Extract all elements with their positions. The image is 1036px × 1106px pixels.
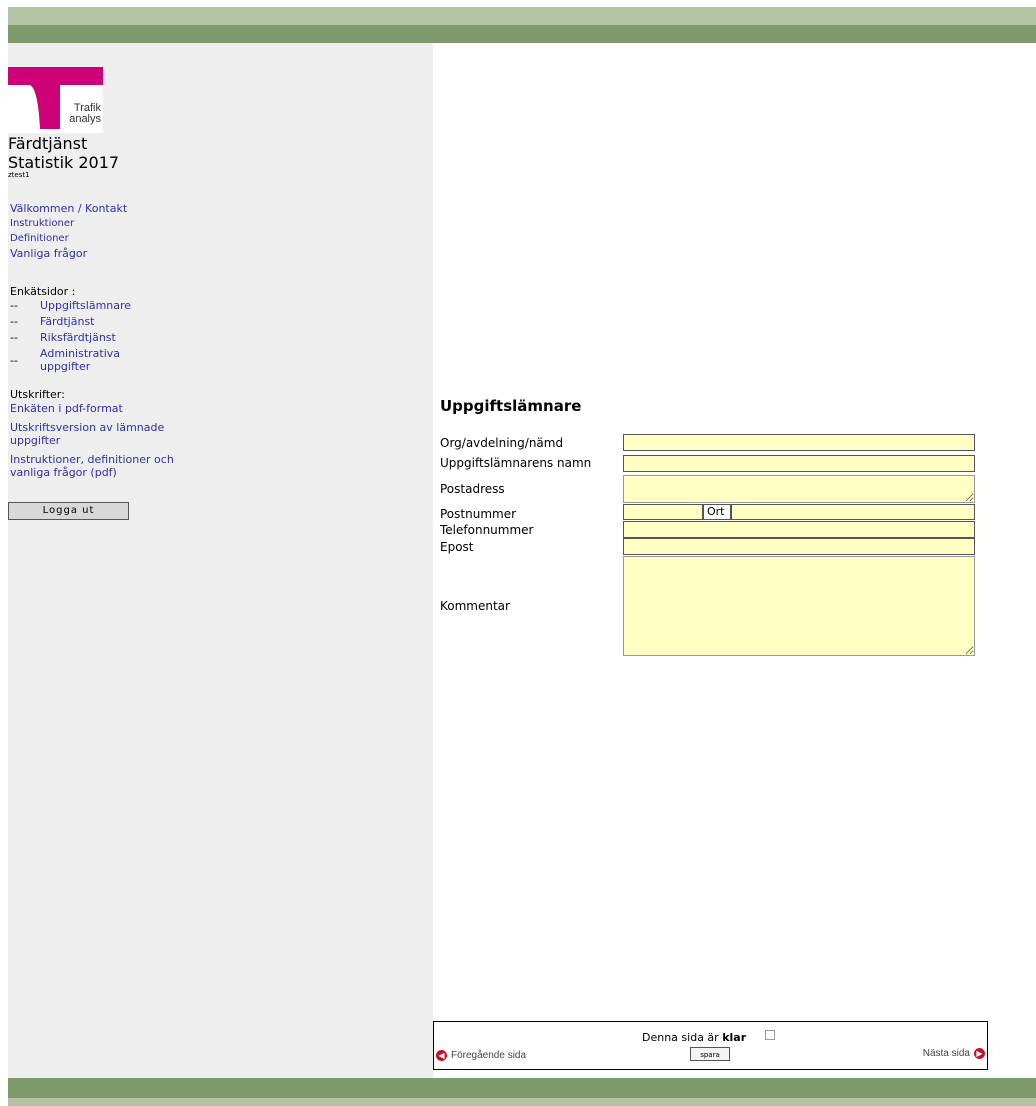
address-label: Postadress xyxy=(440,482,505,496)
bottom-band-dark xyxy=(8,1078,1036,1098)
app-title: Färdtjänst Statistik 2017 xyxy=(8,134,119,172)
save-button[interactable]: spara xyxy=(690,1047,730,1061)
org-label: Org/avdelning/nämd xyxy=(440,436,564,450)
survey-section-label: Enkätsidor : xyxy=(10,285,76,298)
print-link-submitted[interactable]: Utskriftsversion av lämnade uppgifter xyxy=(10,421,180,447)
done-prefix: Denna sida är xyxy=(642,1031,719,1044)
app-title-line1: Färdtjänst xyxy=(8,134,88,153)
previous-page-label: Föregående sida xyxy=(451,1050,527,1061)
survey-link-riksfardtjanst[interactable]: Riksfärdtjänst xyxy=(40,331,160,344)
page-footer-nav: Denna sida är klar ◀ Föregående sida spa… xyxy=(433,1021,988,1070)
page-done-checkbox[interactable] xyxy=(765,1030,775,1040)
print-link-list: Enkäten i pdf-format Utskriftsversion av… xyxy=(10,402,180,485)
print-link-pdf[interactable]: Enkäten i pdf-format xyxy=(10,402,180,415)
nav-link-faq[interactable]: Vanliga frågor xyxy=(10,246,127,261)
arrow-left-icon: ◀ xyxy=(436,1050,447,1061)
city-input[interactable] xyxy=(731,504,975,520)
address-textarea[interactable] xyxy=(623,475,975,503)
survey-link-uppgiftslamnare[interactable]: Uppgiftslämnare xyxy=(40,299,160,312)
next-page-label: Nästa sida xyxy=(922,1048,970,1059)
list-dash: -- xyxy=(10,354,18,367)
comment-label: Kommentar xyxy=(440,599,510,613)
list-dash: -- xyxy=(10,299,18,312)
nav-link-instructions[interactable]: Instruktioner xyxy=(10,216,127,231)
bottom-band-light xyxy=(8,1098,1036,1106)
email-label: Epost xyxy=(440,540,474,554)
postal-input[interactable] xyxy=(623,504,703,520)
print-section-label: Utskrifter: xyxy=(10,388,65,401)
postal-label: Postnummer xyxy=(440,507,517,521)
city-label: Ort xyxy=(703,504,731,520)
phone-input[interactable] xyxy=(623,521,975,538)
done-bold: klar xyxy=(722,1031,747,1044)
sidebar: Trafik analys Färdtjänst Statistik 2017 … xyxy=(8,43,433,1078)
top-band-dark xyxy=(8,25,1036,43)
nav-link-welcome-contact[interactable]: Välkommen / Kontakt xyxy=(10,201,127,216)
page-done-text: Denna sida är klar xyxy=(642,1031,746,1044)
logo-text: Trafik analys xyxy=(63,103,101,125)
print-link-instructions-pdf[interactable]: Instruktioner, definitioner och vanliga … xyxy=(10,453,180,479)
org-input[interactable] xyxy=(623,434,975,451)
top-band-light xyxy=(8,7,1036,25)
name-label: Uppgiftslämnarens namn xyxy=(440,456,592,470)
survey-item-riksfardtjanst: -- Riksfärdtjänst xyxy=(10,331,160,344)
logout-button[interactable]: Logga ut xyxy=(8,502,129,520)
phone-label: Telefonnummer xyxy=(440,523,534,537)
name-input[interactable] xyxy=(623,455,975,472)
survey-page-list: -- Uppgiftslämnare -- Färdtjänst -- Riks… xyxy=(10,299,160,376)
previous-page-link[interactable]: ◀ Föregående sida xyxy=(436,1050,526,1061)
arrow-right-icon: ▶ xyxy=(974,1048,985,1059)
info-nav: Välkommen / Kontakt Instruktioner Defini… xyxy=(10,201,127,261)
logo-text-line2: analys xyxy=(69,113,101,125)
form-title: Uppgiftslämnare xyxy=(440,397,582,415)
survey-item-uppgiftslamnare: -- Uppgiftslämnare xyxy=(10,299,160,312)
email-input[interactable] xyxy=(623,538,975,555)
trafikanalys-logo: Trafik analys xyxy=(8,67,103,133)
user-id: ztest1 xyxy=(8,171,30,179)
app-title-line2: Statistik 2017 xyxy=(8,153,120,172)
next-page-link[interactable]: Nästa sida ▶ xyxy=(923,1048,985,1059)
nav-link-definitions[interactable]: Definitioner xyxy=(10,231,127,246)
survey-link-fardtjanst[interactable]: Färdtjänst xyxy=(40,315,160,328)
survey-link-administrativa[interactable]: Administrativa uppgifter xyxy=(40,347,140,373)
survey-item-fardtjanst: -- Färdtjänst xyxy=(10,315,160,328)
list-dash: -- xyxy=(10,315,18,328)
survey-item-administrativa: -- Administrativa uppgifter xyxy=(10,347,160,373)
list-dash: -- xyxy=(10,331,18,344)
comment-textarea[interactable] xyxy=(623,556,975,656)
